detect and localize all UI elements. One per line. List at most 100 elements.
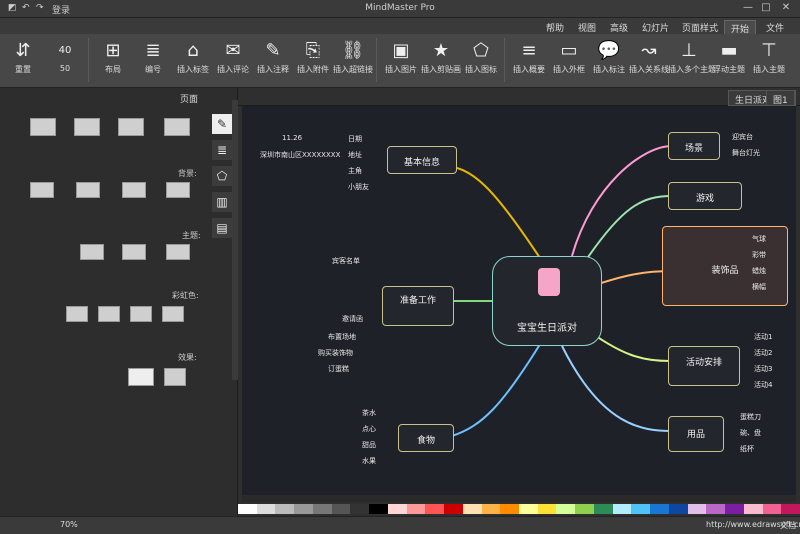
floating-topic-button[interactable]: ▬ 浮动主题 xyxy=(708,38,750,84)
leaf-address[interactable]: 地址 xyxy=(348,150,362,160)
calendar-tab-icon[interactable]: ▤ xyxy=(212,218,232,238)
leaf-cups[interactable]: 纸杯 xyxy=(740,444,754,454)
leaf-activity-1[interactable]: 活动1 xyxy=(754,332,772,342)
minimize-button[interactable]: — xyxy=(740,2,756,13)
icon-tab-icon[interactable]: ⬠ xyxy=(212,166,232,186)
insert-clipart-button[interactable]: ★ 插入剪贴画 xyxy=(420,38,462,84)
layout-option-2[interactable] xyxy=(74,118,100,136)
canvas-hscrollbar[interactable] xyxy=(242,495,796,502)
leaf-venue[interactable]: 布置场地 xyxy=(328,332,356,342)
doc-tab-2[interactable]: 图1 xyxy=(766,90,795,106)
insert-hyperlink-button[interactable]: ⛓ 插入超链接 xyxy=(332,38,374,84)
leaf-order-cake[interactable]: 订蛋糕 xyxy=(328,364,349,374)
leaf-balloons[interactable]: 气球 xyxy=(752,234,766,244)
insert-picture-button[interactable]: ▣ 插入图片 xyxy=(380,38,422,84)
value1-field[interactable]: 40 50 xyxy=(44,38,86,84)
tab-slides[interactable]: 幻灯片 xyxy=(636,20,675,34)
outline-tab-icon[interactable]: ≣ xyxy=(212,140,232,160)
section-theme: 主题: xyxy=(182,231,201,240)
leaf-activity-4[interactable]: 活动4 xyxy=(754,380,772,390)
ribbon: ⇵ 重置 40 50 ⊞ 布局 ≣ 编号 ⌂ 插入标签 ✉ 插入评论 ✎ 插入注释 ⎘ 插入附件… xyxy=(0,34,800,88)
branch-supplies[interactable]: 用品 xyxy=(668,416,724,452)
layout-option-4[interactable] xyxy=(164,118,190,136)
rainbow-option-2[interactable] xyxy=(98,306,120,322)
format-panel: 页面 背景: 主题: 彩虹色: 效果: xyxy=(0,88,238,518)
insert-note-button[interactable]: ✎ 插入注释 xyxy=(252,38,294,84)
insert-tag-button[interactable]: ⌂ 插入标签 xyxy=(172,38,214,84)
branch-basic-info[interactable]: 基本信息 xyxy=(387,146,457,174)
branch-line xyxy=(561,345,673,432)
effect-option-2[interactable] xyxy=(164,368,186,386)
leaf-activity-3[interactable]: 活动3 xyxy=(754,364,772,374)
number-controls[interactable]: ⇵ 重置 xyxy=(2,38,44,84)
theme-option-1[interactable] xyxy=(80,244,104,260)
leaf-kids[interactable]: 小朋友 xyxy=(348,182,369,192)
bg-option-4[interactable] xyxy=(166,182,190,198)
zoom-level[interactable]: 70% xyxy=(60,520,78,529)
tab-file[interactable]: 文件 xyxy=(760,20,790,34)
insert-icon-button[interactable]: ⬠ 插入图标 xyxy=(460,38,502,84)
tab-help[interactable]: 帮助 xyxy=(540,20,570,34)
effect-option-1[interactable] xyxy=(128,368,154,386)
rainbow-option-3[interactable] xyxy=(130,306,152,322)
insert-summary-button[interactable]: ≡ 插入概要 xyxy=(508,38,550,84)
leaf-host[interactable]: 主角 xyxy=(348,166,362,176)
leaf-date-value[interactable]: 11.26 xyxy=(282,134,302,142)
rainbow-option-1[interactable] xyxy=(66,306,88,322)
clipart-tab-icon[interactable]: ▥ xyxy=(212,192,232,212)
insert-boundary-button[interactable]: ▭ 插入外框 xyxy=(548,38,590,84)
branch-activities[interactable]: 活动安排 xyxy=(668,346,740,386)
leaf-welcome[interactable]: 迎宾台 xyxy=(732,132,753,142)
leaf-date[interactable]: 日期 xyxy=(348,134,362,144)
tab-view[interactable]: 视图 xyxy=(572,20,602,34)
branch-food[interactable]: 食物 xyxy=(398,424,454,452)
branch-games[interactable]: 游戏 xyxy=(668,182,742,210)
branch-decorations[interactable]: 装饰品 xyxy=(662,226,788,306)
leaf-ribbons[interactable]: 彩带 xyxy=(752,250,766,260)
tab-advanced[interactable]: 高级 xyxy=(604,20,634,34)
leaf-address-value[interactable]: 深圳市南山区XXXXXXXX xyxy=(260,150,340,160)
branch-scene[interactable]: 场景 xyxy=(668,132,720,160)
maximize-button[interactable]: □ xyxy=(758,2,774,13)
ribbon-tabs: 文件 开始 页面样式 幻灯片 高级 视图 帮助 xyxy=(0,18,800,35)
leaf-invitation[interactable]: 邀请函 xyxy=(342,314,363,324)
panel-scrollbar[interactable] xyxy=(232,100,238,380)
insert-multiple-topics-button[interactable]: ⊥ 插入多个主题 xyxy=(668,38,716,84)
mindmap-canvas[interactable]: 宝宝生日派对 基本信息 日期 11.26 地址 深圳市南山区XXXXXXXX 主… xyxy=(242,106,796,500)
rainbow-option-4[interactable] xyxy=(162,306,184,322)
layout-option-1[interactable] xyxy=(30,118,56,136)
leaf-banner[interactable]: 横幅 xyxy=(752,282,766,292)
leaf-dessert[interactable]: 甜品 xyxy=(362,440,376,450)
leaf-activity-2[interactable]: 活动2 xyxy=(754,348,772,358)
leaf-tea[interactable]: 茶水 xyxy=(362,408,376,418)
number-button[interactable]: ≣ 编号 xyxy=(132,38,174,84)
insert-relationship-button[interactable]: ↝ 插入关系线 xyxy=(628,38,670,84)
close-button[interactable]: ✕ xyxy=(778,2,794,13)
leaf-snacks[interactable]: 点心 xyxy=(362,424,376,434)
branch-preparation[interactable]: 准备工作 xyxy=(382,286,454,326)
bg-option-1[interactable] xyxy=(30,182,54,198)
theme-option-2[interactable] xyxy=(122,244,146,260)
insert-comment-button[interactable]: ✉ 插入评论 xyxy=(212,38,254,84)
color-palette[interactable] xyxy=(238,504,800,514)
insert-callout-button[interactable]: 💬 插入标注 xyxy=(588,38,630,84)
format-tab-icon[interactable]: ✎ xyxy=(212,114,232,134)
insert-topic-button[interactable]: ⊤ 插入主题 xyxy=(748,38,790,84)
leaf-cake-knife[interactable]: 蛋糕刀 xyxy=(740,412,761,422)
leaf-guest-list[interactable]: 宾客名单 xyxy=(332,256,360,266)
bg-option-3[interactable] xyxy=(122,182,146,198)
tab-page-style[interactable]: 页面样式 xyxy=(676,20,724,34)
leaf-plates[interactable]: 碗、盘 xyxy=(740,428,761,438)
tab-home[interactable]: 开始 xyxy=(724,20,757,35)
leaf-decor[interactable]: 购买装饰物 xyxy=(318,348,353,358)
bg-option-2[interactable] xyxy=(76,182,100,198)
layout-button[interactable]: ⊞ 布局 xyxy=(92,38,134,84)
insert-attachment-button[interactable]: ⎘ 插入附件 xyxy=(292,38,334,84)
branch-line xyxy=(571,145,673,257)
leaf-lights[interactable]: 舞台灯光 xyxy=(732,148,760,158)
summary-icon: ≡ xyxy=(521,40,537,61)
leaf-fruit[interactable]: 水果 xyxy=(362,456,376,466)
layout-option-3[interactable] xyxy=(118,118,144,136)
theme-option-3[interactable] xyxy=(166,244,190,260)
leaf-candles[interactable]: 蜡烛 xyxy=(752,266,766,276)
